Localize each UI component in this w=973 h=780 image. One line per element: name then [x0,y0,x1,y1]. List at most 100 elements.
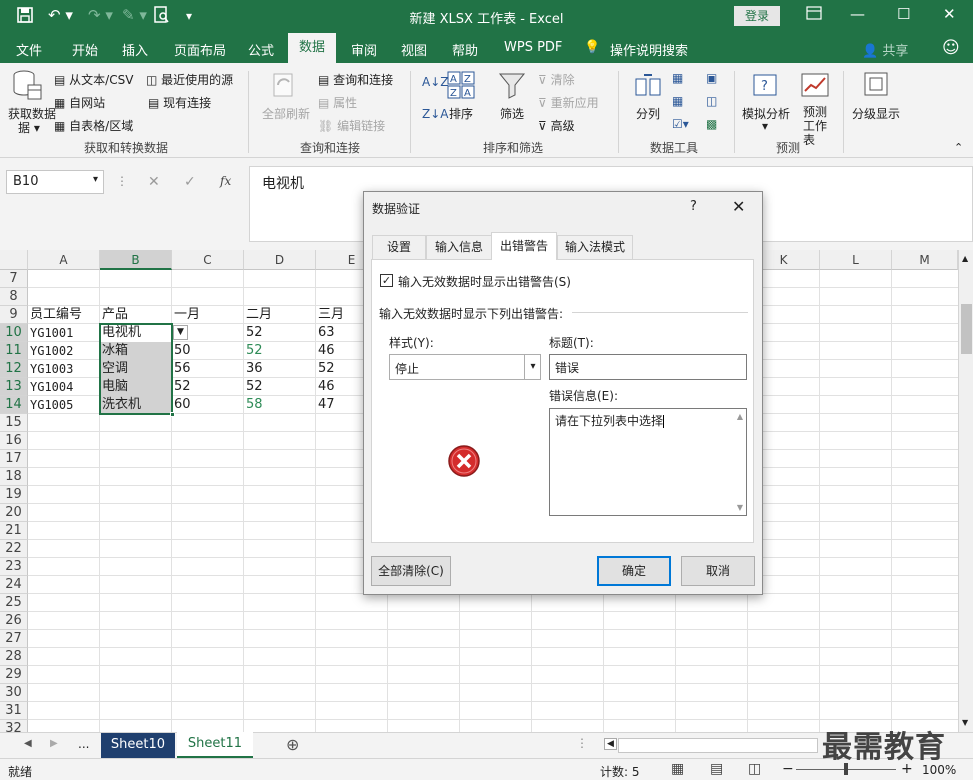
row-header[interactable]: 25 [0,594,28,612]
tab-error-alert[interactable]: 出错警告 [491,232,557,260]
tab-formulas[interactable]: 公式 [248,40,274,59]
edit-links-button[interactable]: ⛓ 编辑链接 [318,117,385,134]
hscroll-left-icon[interactable]: ◀ [604,738,617,750]
row-header[interactable]: 18 [0,468,28,486]
col-header-d[interactable]: D [244,250,316,270]
smiley-icon[interactable]: ☺ [942,38,960,58]
maximize-icon[interactable]: ☐ [897,5,910,23]
row-header[interactable]: 13 [0,378,28,396]
normal-view-icon[interactable]: ▦ [671,761,684,777]
cancel-button[interactable]: 取消 [681,556,755,586]
what-if-icon[interactable]: ? [752,71,780,102]
row-header[interactable]: 21 [0,522,28,540]
row-header[interactable]: 16 [0,432,28,450]
tab-ime-mode[interactable]: 输入法模式 [557,235,633,259]
col-header-b[interactable]: B [100,250,172,270]
insert-function-icon[interactable]: fx [220,174,231,188]
data-model-icon[interactable]: ▩ [706,117,717,131]
tab-file[interactable]: 文件 [16,40,42,59]
share-button[interactable]: 👤 共享 [862,40,908,59]
style-dropdown-icon[interactable]: ▾ [524,355,541,379]
tab-view[interactable]: 视图 [401,40,427,59]
tab-home[interactable]: 开始 [72,40,98,59]
tab-split-grip[interactable]: ⋮ [576,736,588,750]
table-cell[interactable]: 47 [316,396,335,414]
data-validation-icon[interactable]: ☑▾ [672,117,689,131]
row-header[interactable]: 7 [0,270,28,288]
reapply-button[interactable]: ⊽ 重新应用 [538,94,599,111]
row-header[interactable]: 23 [0,558,28,576]
consolidate-icon[interactable]: ▣ [706,71,717,85]
from-text-button[interactable]: ▤ 从文本/CSV [54,71,133,88]
advanced-filter-button[interactable]: ⊽ 高级 [538,117,575,134]
row-header[interactable]: 9 [0,306,28,324]
minimize-icon[interactable]: — [850,5,865,23]
tab-wps-pdf[interactable]: WPS PDF [504,40,562,55]
login-button[interactable]: 登录 [734,6,780,26]
zoom-out-icon[interactable]: − [782,761,794,777]
row-header[interactable]: 28 [0,648,28,666]
prev-sheet-icon[interactable]: ◀ [24,738,32,749]
dialog-close-icon[interactable]: ✕ [732,197,745,216]
next-sheet-icon[interactable]: ▶ [50,738,58,749]
sort-asc-icon[interactable]: A↓Z [422,75,448,89]
vertical-scroll-thumb[interactable] [961,304,972,354]
filter-icon[interactable] [498,71,526,102]
col-header-m[interactable]: M [892,250,958,270]
name-box-dropdown-icon[interactable]: ▾ [93,174,98,185]
header-cell[interactable]: 二月 [244,306,272,324]
table-cell[interactable]: YG1001 [28,324,73,342]
tab-data[interactable]: 数据 [288,33,336,63]
scroll-up-icon[interactable]: ▲ [962,254,968,263]
row-header[interactable]: 19 [0,486,28,504]
table-cell[interactable]: 56 [172,360,191,378]
title-input[interactable]: 错误 [549,354,747,380]
table-cell[interactable]: 46 [316,378,335,396]
forecast-sheet-icon[interactable] [800,71,830,102]
page-layout-view-icon[interactable]: ▤ [710,761,723,777]
table-cell[interactable]: YG1002 [28,342,73,360]
col-header-c[interactable]: C [172,250,244,270]
table-cell[interactable]: 52 [244,324,263,342]
textarea-scroll-up-icon[interactable]: ▲ [737,412,743,421]
clear-all-button[interactable]: 全部清除(C) [371,556,451,586]
tab-insert[interactable]: 插入 [122,40,148,59]
properties-button[interactable]: ▤ 属性 [318,94,357,111]
ok-button[interactable]: 确定 [597,556,671,586]
col-header-a[interactable]: A [28,250,100,270]
textarea-scroll-down-icon[interactable]: ▼ [737,503,743,512]
sort-icon[interactable]: AZZA [447,71,475,102]
table-cell[interactable]: 58 [244,396,263,414]
row-header[interactable]: 10 [0,324,28,342]
table-cell[interactable]: 52 [316,360,335,378]
what-if-dropdown[interactable]: ▾ [762,119,768,133]
row-header[interactable]: 31 [0,702,28,720]
row-header[interactable]: 30 [0,684,28,702]
from-table-button[interactable]: ▦ 自表格/区域 [54,117,133,134]
table-cell[interactable]: 46 [316,342,335,360]
table-cell[interactable]: 63 [316,324,335,342]
outline-icon[interactable] [862,71,890,100]
relationships-icon[interactable]: ◫ [706,94,717,108]
row-header[interactable]: 22 [0,540,28,558]
confirm-entry-icon[interactable]: ✓ [184,174,196,190]
horizontal-scroll-thumb[interactable] [618,738,818,753]
ribbon-display-icon[interactable] [806,5,822,25]
more-sheets[interactable]: ... [78,737,89,751]
text-to-columns-icon[interactable] [634,71,662,102]
show-error-checkbox[interactable]: ✓ [380,274,393,287]
show-error-checkbox-label[interactable]: 输入无效数据时显示出错警告(S) [398,273,571,290]
queries-connections-button[interactable]: ▤ 查询和连接 [318,71,393,88]
vertical-scrollbar[interactable]: ▲ ▼ [958,250,973,732]
style-select[interactable]: 停止 ▾ [389,354,541,380]
header-cell[interactable]: 产品 [100,306,128,324]
tab-review[interactable]: 审阅 [351,40,377,59]
row-header[interactable]: 20 [0,504,28,522]
clear-filter-button[interactable]: ⊽ 清除 [538,71,575,88]
header-cell[interactable]: 一月 [172,306,200,324]
tell-me-search[interactable]: 操作说明搜索 [610,40,688,59]
dialog-help-icon[interactable]: ? [690,199,697,214]
row-header[interactable]: 17 [0,450,28,468]
tab-settings[interactable]: 设置 [372,235,426,259]
header-cell[interactable]: 三月 [316,306,344,324]
